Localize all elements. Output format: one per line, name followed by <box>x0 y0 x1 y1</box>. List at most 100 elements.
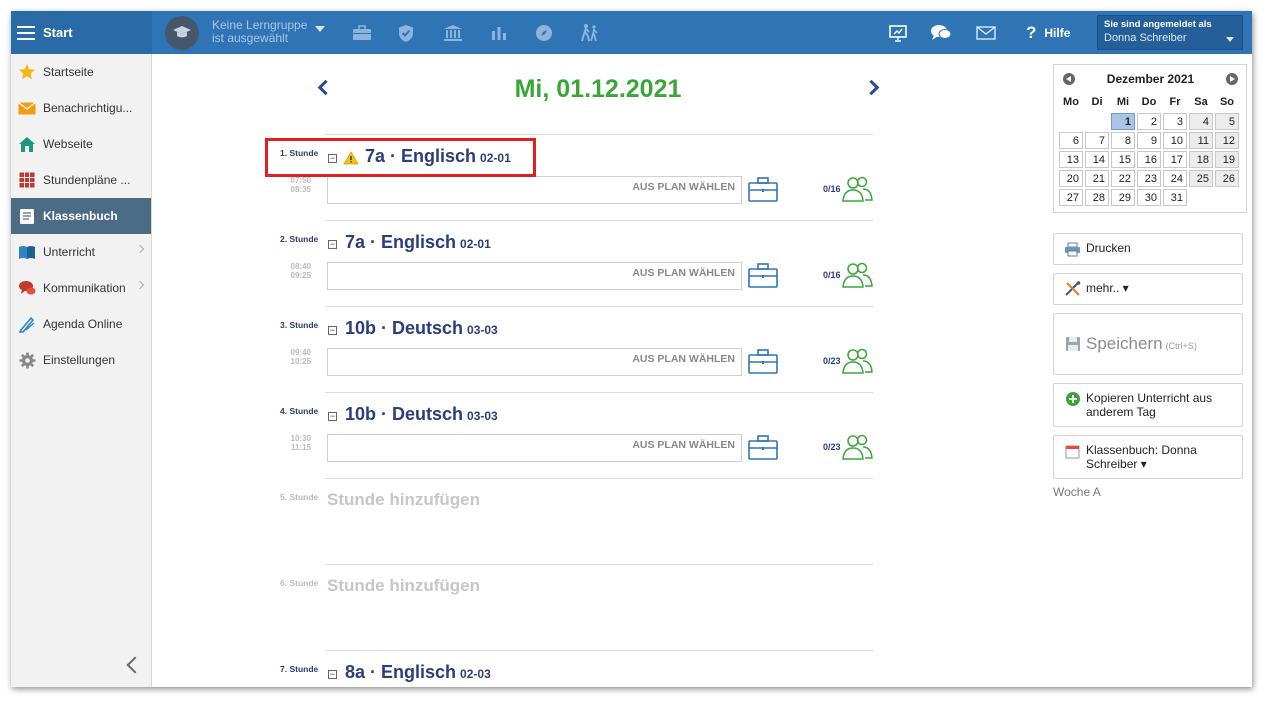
calendar-day[interactable]: 29 <box>1111 189 1135 206</box>
start-menu-button[interactable]: Start <box>11 11 152 54</box>
lesson-number: 5. Stunde <box>280 492 319 502</box>
calendar-day[interactable]: 26 <box>1215 170 1239 187</box>
calendar-day[interactable]: 25 <box>1189 170 1213 187</box>
user-menu[interactable]: Sie sind angemeldet als Donna Schreiber <box>1097 15 1243 50</box>
calendar-header: Dezember 2021 <box>1057 68 1244 90</box>
mail-icon[interactable] <box>975 22 997 44</box>
group-caret-icon[interactable] <box>315 26 325 32</box>
calendar-day[interactable]: 13 <box>1059 151 1083 168</box>
sidebar-item-klassenbuch[interactable]: Klassenbuch <box>11 198 151 234</box>
calendar-day[interactable]: 15 <box>1111 151 1135 168</box>
sidebar-item-einstellungen[interactable]: Einstellungen <box>11 342 151 378</box>
calendar-day[interactable]: 20 <box>1059 170 1083 187</box>
copy-lessons-button[interactable]: Kopieren Unterricht aus anderem Tag <box>1053 383 1243 427</box>
help-button[interactable]: ? Hilfe <box>1026 23 1070 43</box>
attendance-count: 0/23 <box>823 356 841 366</box>
lesson-times: 08:40 09:25 <box>287 262 311 280</box>
briefcase-icon[interactable] <box>351 22 373 44</box>
bar-chart-icon[interactable] <box>488 22 510 44</box>
calendar-day[interactable]: 2 <box>1137 113 1161 130</box>
chat-icon[interactable] <box>930 22 952 44</box>
sidebar-item-kommunikation[interactable]: Kommunikation <box>11 270 151 306</box>
compass-icon[interactable] <box>533 22 555 44</box>
sidebar-item-agenda-online[interactable]: Agenda Online <box>11 306 151 342</box>
hamburger-icon <box>17 25 35 40</box>
print-button[interactable]: Drucken <box>1053 233 1243 265</box>
calendar-day[interactable]: 10 <box>1163 132 1187 149</box>
calendar-day[interactable]: 18 <box>1189 151 1213 168</box>
sidebar-item-label: Benachrichtigu... <box>43 101 133 115</box>
plan-input[interactable]: AUS PLAN WÄHLEN <box>327 348 742 376</box>
calendar-day[interactable]: 11 <box>1189 132 1213 149</box>
calendar-day[interactable]: 5 <box>1215 113 1239 130</box>
lesson-title[interactable]: 7a · Englisch 02-01 <box>345 232 491 253</box>
calendar-day[interactable]: 30 <box>1137 189 1161 206</box>
collapse-toggle[interactable]: − <box>328 412 337 421</box>
sidebar-item-label: Startseite <box>43 65 94 79</box>
presentation-icon[interactable] <box>887 22 909 44</box>
lesson-title[interactable]: 8a · Englisch 02-03 <box>345 662 491 683</box>
calendar-day[interactable]: 21 <box>1085 170 1109 187</box>
collapse-toggle[interactable]: − <box>328 240 337 249</box>
calendar-day[interactable]: 12 <box>1215 132 1239 149</box>
calendar-day[interactable]: 17 <box>1163 151 1187 168</box>
group-line2: ist ausgewählt <box>212 31 289 45</box>
briefcase-icon[interactable] <box>747 348 779 380</box>
calendar-day[interactable]: 27 <box>1059 189 1083 206</box>
sidebar-item-webseite[interactable]: Webseite <box>11 126 151 162</box>
calendar-day[interactable]: 19 <box>1215 151 1239 168</box>
lesson-end: 09:25 <box>290 271 311 280</box>
calendar-day[interactable]: 22 <box>1111 170 1135 187</box>
calendar-day[interactable]: 23 <box>1137 170 1161 187</box>
calendar-day[interactable]: 6 <box>1059 132 1083 149</box>
plan-input[interactable]: AUS PLAN WÄHLEN <box>327 434 742 462</box>
sidebar-item-startseite[interactable]: Startseite <box>11 54 151 90</box>
calendar-day[interactable]: 8 <box>1111 132 1135 149</box>
briefcase-icon[interactable] <box>747 262 779 294</box>
sidebar-item-stundenplaene[interactable]: Stundenpläne ... <box>11 162 151 198</box>
collapse-toggle[interactable]: − <box>328 670 337 679</box>
lesson-title[interactable]: 10b · Deutsch 03-03 <box>345 404 498 425</box>
calendar-day[interactable]: 14 <box>1085 151 1109 168</box>
add-lesson-link[interactable]: Stunde hinzufügen <box>327 576 480 596</box>
week-label: Woche A <box>1053 485 1101 499</box>
lesson-row: 7. Stunde − 8a · Englisch 02-03 <box>273 650 873 687</box>
collapse-sidebar-icon[interactable] <box>126 656 144 674</box>
calendar-day[interactable]: 9 <box>1137 132 1161 149</box>
bank-icon[interactable] <box>442 22 464 44</box>
lesson-title[interactable]: 10b · Deutsch 03-03 <box>345 318 498 339</box>
walking-icon[interactable] <box>579 22 601 44</box>
group-selector[interactable]: Keine Lerngruppe ist ausgewählt <box>212 19 307 45</box>
calendar-day[interactable]: 16 <box>1137 151 1161 168</box>
calendar-day-selected[interactable]: 1 <box>1111 113 1135 130</box>
calendar-day[interactable]: 7 <box>1085 132 1109 149</box>
save-button[interactable]: Speichern (Ctrl+S) <box>1053 313 1243 375</box>
students-icon[interactable] <box>841 348 873 379</box>
briefcase-icon[interactable] <box>747 176 779 208</box>
more-button[interactable]: mehr.. ▾ <box>1053 273 1243 305</box>
sidebar-item-benachrichtigungen[interactable]: Benachrichtigu... <box>11 90 151 126</box>
classbook-owner-button[interactable]: Klassenbuch: Donna Schreiber ▾ <box>1053 435 1243 479</box>
add-lesson-link[interactable]: Stunde hinzufügen <box>327 490 480 510</box>
next-day-icon[interactable] <box>863 79 880 96</box>
previous-day-icon[interactable] <box>317 79 334 96</box>
calendar-day[interactable]: 24 <box>1163 170 1187 187</box>
students-icon[interactable] <box>841 262 873 293</box>
shield-icon[interactable] <box>395 22 417 44</box>
plan-input[interactable]: AUS PLAN WÄHLEN <box>327 176 742 204</box>
briefcase-icon[interactable] <box>747 434 779 466</box>
question-icon: ? <box>1026 23 1037 42</box>
calendar-day[interactable]: 3 <box>1163 113 1187 130</box>
plan-input[interactable]: AUS PLAN WÄHLEN <box>327 262 742 290</box>
students-icon[interactable] <box>841 176 873 207</box>
calendar-day[interactable]: 31 <box>1163 189 1187 206</box>
calendar-day[interactable]: 4 <box>1189 113 1213 130</box>
calendar-day[interactable]: 28 <box>1085 189 1109 206</box>
collapse-toggle[interactable]: − <box>328 326 337 335</box>
next-month-icon[interactable] <box>1226 73 1238 85</box>
sidebar-item-unterricht[interactable]: Unterricht <box>11 234 151 270</box>
graduation-cap-icon[interactable] <box>165 16 199 50</box>
lesson-end: 11:15 <box>290 443 311 452</box>
previous-month-icon[interactable] <box>1063 73 1075 85</box>
students-icon[interactable] <box>841 434 873 465</box>
